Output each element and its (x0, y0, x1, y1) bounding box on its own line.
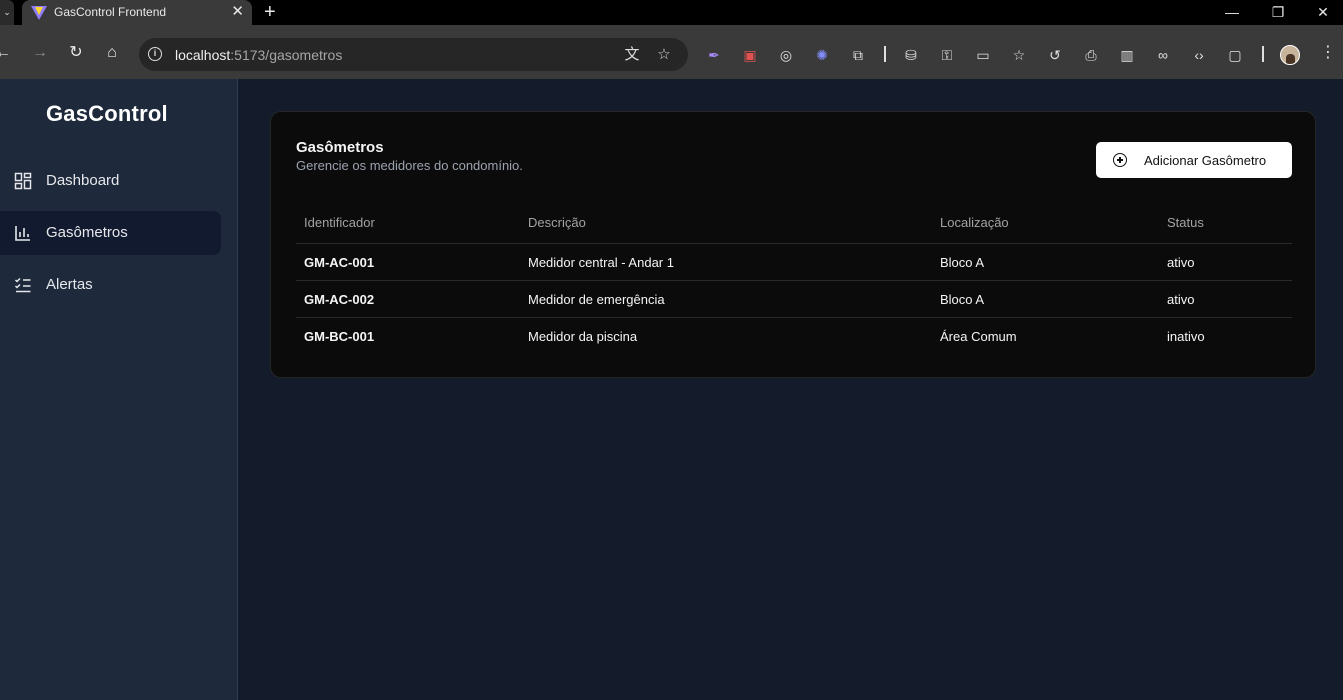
browser-toolbar: ← → ↻ ⌂ i localhost:5173/gasometros 文 ☆ … (0, 25, 1343, 79)
tab-search-icon[interactable]: ⌄ (0, 0, 14, 25)
translate-icon[interactable]: 文 (623, 46, 641, 64)
back-icon[interactable]: ← (0, 44, 12, 62)
window-close-icon[interactable]: ✕ (1300, 0, 1343, 25)
feather-extension-icon[interactable]: ✒ (705, 46, 723, 64)
add-button-label: Adicionar Gasômetro (1144, 153, 1267, 168)
table-header: Identificador Descrição Localização Stat… (296, 207, 1292, 244)
sidebar-item-dashboard[interactable]: Dashboard (0, 159, 221, 203)
vite-favicon-icon (31, 6, 47, 20)
sidebar-item-alertas[interactable]: Alertas (0, 263, 221, 307)
table-row[interactable]: GM-AC-001 Medidor central - Andar 1 Bloc… (296, 244, 1292, 281)
sidebar-item-label: Dashboard (46, 172, 120, 189)
column-header: Identificador (304, 215, 375, 230)
react-extension-icon[interactable]: ✺ (813, 46, 831, 64)
cell-localizacao: Bloco A (940, 255, 985, 270)
url-text[interactable]: localhost:5173/gasometros (175, 47, 342, 63)
dashboard-grid-icon (14, 172, 32, 190)
cell-descricao: Medidor da piscina (528, 329, 638, 344)
sidebar-item-gasometros[interactable]: Gasômetros (0, 211, 221, 255)
cell-status: inativo (1167, 329, 1205, 344)
cell-localizacao: Área Comum (940, 329, 1017, 344)
page-subtitle: Gerencie os medidores do condomínio. (296, 158, 523, 173)
cell-identificador: GM-AC-001 (304, 255, 375, 270)
brand-logo-text: GasControl (46, 101, 168, 126)
cell-localizacao: Bloco A (940, 292, 985, 307)
column-header: Descrição (528, 215, 586, 230)
cell-status: ativo (1167, 255, 1195, 270)
extensions-puzzle-icon[interactable]: ⧉ (849, 46, 867, 64)
browser-tab[interactable]: GasControl Frontend ✕ (22, 0, 252, 25)
sidebar-item-label: Alertas (46, 276, 93, 293)
toolbar-divider (884, 46, 886, 62)
bar-chart-icon (15, 226, 30, 241)
main-content: Gasômetros Gerencie os medidores do cond… (238, 79, 1343, 700)
extension-red-icon[interactable]: ▣ (741, 46, 759, 64)
checklist-icon (14, 277, 31, 293)
cell-descricao: Medidor de emergência (528, 292, 665, 307)
sidebar-item-label: Gasômetros (46, 224, 128, 241)
incognito-icon[interactable]: ⛁ (902, 46, 920, 64)
page-title: Gasômetros (296, 139, 384, 156)
browser-menu-icon[interactable]: ⋮ (1320, 44, 1336, 62)
link-icon[interactable]: ∞ (1154, 46, 1172, 64)
plus-circle-icon (1113, 153, 1127, 167)
restore-icon[interactable]: ❐ (1255, 0, 1301, 25)
target-extension-icon[interactable]: ◎ (777, 46, 795, 64)
key-icon[interactable]: ⚿ (938, 46, 956, 64)
new-tab-button[interactable]: + (264, 1, 276, 23)
cell-descricao: Medidor central - Andar 1 (528, 255, 674, 270)
home-icon[interactable]: ⌂ (103, 44, 121, 62)
column-header: Status (1167, 215, 1204, 230)
tab-title: GasControl Frontend (54, 5, 167, 19)
bookmark-star-icon[interactable]: ☆ (655, 46, 673, 64)
profile-avatar[interactable] (1280, 45, 1300, 65)
forward-icon[interactable]: → (31, 44, 49, 62)
table-row[interactable]: GM-BC-001 Medidor da piscina Área Comum … (296, 318, 1292, 355)
cast-device-icon[interactable]: ▢ (1226, 46, 1244, 64)
gasometros-table: Identificador Descrição Localização Stat… (296, 207, 1292, 355)
site-info-icon[interactable]: i (148, 47, 162, 61)
cell-identificador: GM-BC-001 (304, 329, 375, 344)
cell-status: ativo (1167, 292, 1195, 307)
reload-icon[interactable]: ↻ (67, 44, 85, 62)
cell-identificador: GM-AC-002 (304, 292, 375, 307)
credit-card-icon[interactable]: ▭ (974, 46, 992, 64)
minimize-icon[interactable]: — (1209, 0, 1255, 25)
add-gasometro-button[interactable]: Adicionar Gasômetro (1096, 142, 1292, 178)
browser-tab-strip: ⌄ GasControl Frontend ✕ + — ❐ ✕ (0, 0, 1343, 25)
bookmarks-star-icon[interactable]: ☆ (1010, 46, 1028, 64)
sidebar: GasControl Dashboard Gasômetros Alertas (0, 79, 238, 700)
devtools-code-icon[interactable]: ‹› (1190, 46, 1208, 64)
tab-close-icon[interactable]: ✕ (231, 3, 244, 21)
table-row[interactable]: GM-AC-002 Medidor de emergência Bloco A … (296, 281, 1292, 318)
reading-mode-icon[interactable]: ▥ (1118, 46, 1136, 64)
toolbar-divider (1262, 46, 1264, 62)
gasometros-card: Gasômetros Gerencie os medidores do cond… (270, 111, 1316, 378)
column-header: Localização (940, 215, 1009, 230)
print-icon[interactable]: ⎙ (1082, 46, 1100, 64)
history-icon[interactable]: ↺ (1046, 46, 1064, 64)
address-bar[interactable]: i localhost:5173/gasometros 文 ☆ (139, 38, 688, 71)
